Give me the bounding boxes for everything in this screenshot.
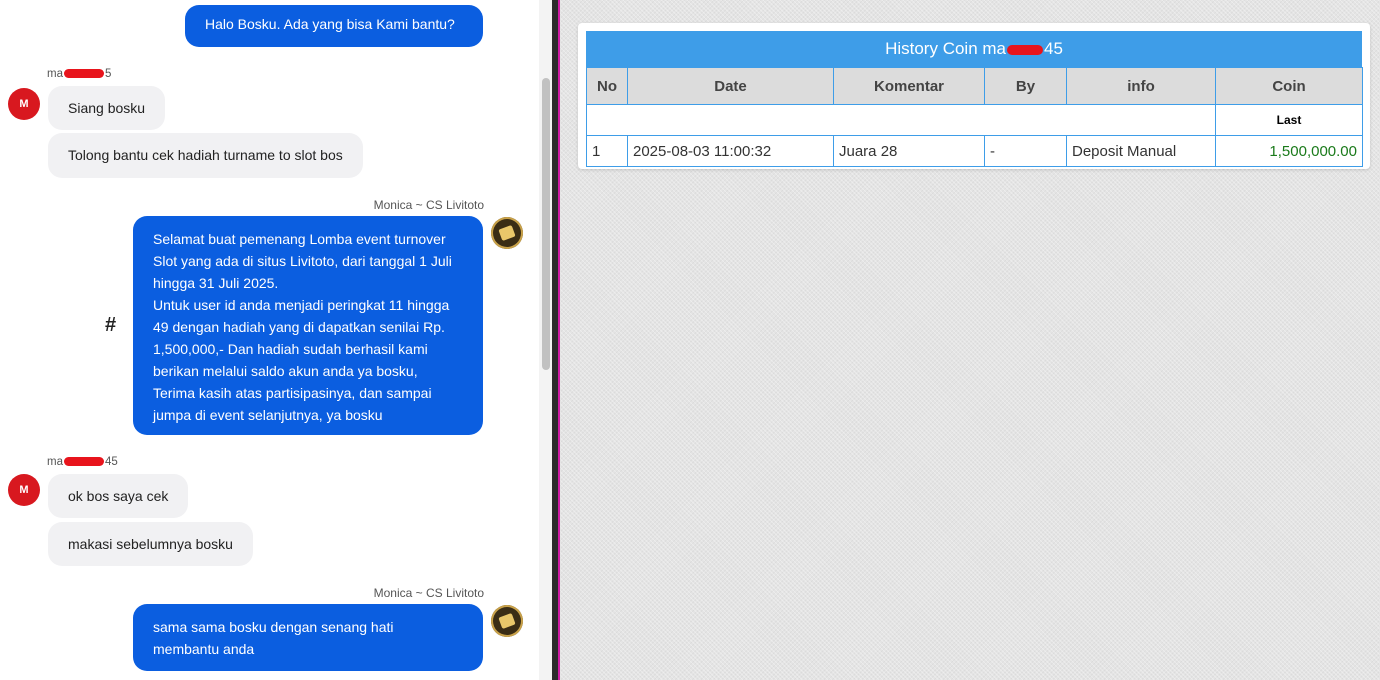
agent-message: Selamat buat pemenang Lomba event turnov… bbox=[133, 216, 483, 435]
user-message: makasi sebelumnya bosku bbox=[48, 522, 253, 566]
agent-avatar-icon bbox=[491, 605, 523, 637]
cell-coin: 1,500,000.00 bbox=[1215, 135, 1363, 167]
hash-symbol: # bbox=[105, 314, 117, 336]
agent-sender-name: Monica ~ CS Livitoto bbox=[373, 586, 484, 600]
column-header-date: Date bbox=[627, 67, 834, 105]
cell-info: Deposit Manual bbox=[1066, 135, 1216, 167]
user-avatar-icon: M bbox=[8, 474, 40, 506]
agent-message: sama sama bosku dengan senang hati memba… bbox=[133, 604, 483, 671]
history-title: History Coin ma 45 bbox=[586, 31, 1362, 67]
agent-greeting-message: Halo Bosku. Ada yang bisa Kami bantu? bbox=[185, 5, 483, 47]
user-message: Siang bosku bbox=[48, 86, 166, 130]
user-sender-name: ma 45 bbox=[47, 456, 118, 468]
history-table: No Date Komentar By info Coin Last 1 202… bbox=[586, 67, 1363, 167]
cell-komentar: Juara 28 bbox=[833, 135, 985, 167]
user-message: Tolong bantu cek hadiah turname to slot … bbox=[48, 133, 363, 178]
subheader-empty-cell bbox=[586, 104, 1216, 136]
table-subheader-row: Last bbox=[586, 104, 1363, 136]
column-header-coin: Coin bbox=[1215, 67, 1363, 105]
user-message: ok bos saya cek bbox=[48, 474, 189, 518]
table-header-row: No Date Komentar By info Coin bbox=[586, 67, 1363, 105]
history-panel: History Coin ma 45 No Date Komentar By in… bbox=[560, 0, 1380, 680]
chat-panel[interactable]: Halo Bosku. Ada yang bisa Kami bantu? ma… bbox=[0, 0, 552, 680]
chat-scrollbar-thumb[interactable] bbox=[542, 78, 550, 370]
cell-by: - bbox=[984, 135, 1067, 167]
cell-date: 2025-08-03 11:00:32 bbox=[627, 135, 834, 167]
agent-avatar-icon bbox=[491, 217, 523, 249]
redaction-mark bbox=[1007, 44, 1043, 55]
redaction-mark bbox=[63, 457, 104, 467]
column-header-by: By bbox=[984, 67, 1067, 105]
subheader-last: Last bbox=[1215, 104, 1363, 136]
cell-no: 1 bbox=[586, 135, 628, 167]
history-table-wrapper: History Coin ma 45 No Date Komentar By in… bbox=[586, 31, 1363, 167]
column-header-info: info bbox=[1066, 67, 1216, 105]
table-row: 1 2025-08-03 11:00:32 Juara 28 - Deposit… bbox=[586, 135, 1363, 167]
history-card: History Coin ma 45 No Date Komentar By in… bbox=[578, 23, 1370, 169]
column-header-komentar: Komentar bbox=[833, 67, 985, 105]
user-avatar-icon: M bbox=[8, 88, 40, 120]
redaction-mark bbox=[63, 69, 104, 79]
column-header-no: No bbox=[586, 67, 628, 105]
agent-sender-name: Monica ~ CS Livitoto bbox=[373, 198, 484, 212]
user-sender-name: ma 5 bbox=[47, 68, 112, 80]
